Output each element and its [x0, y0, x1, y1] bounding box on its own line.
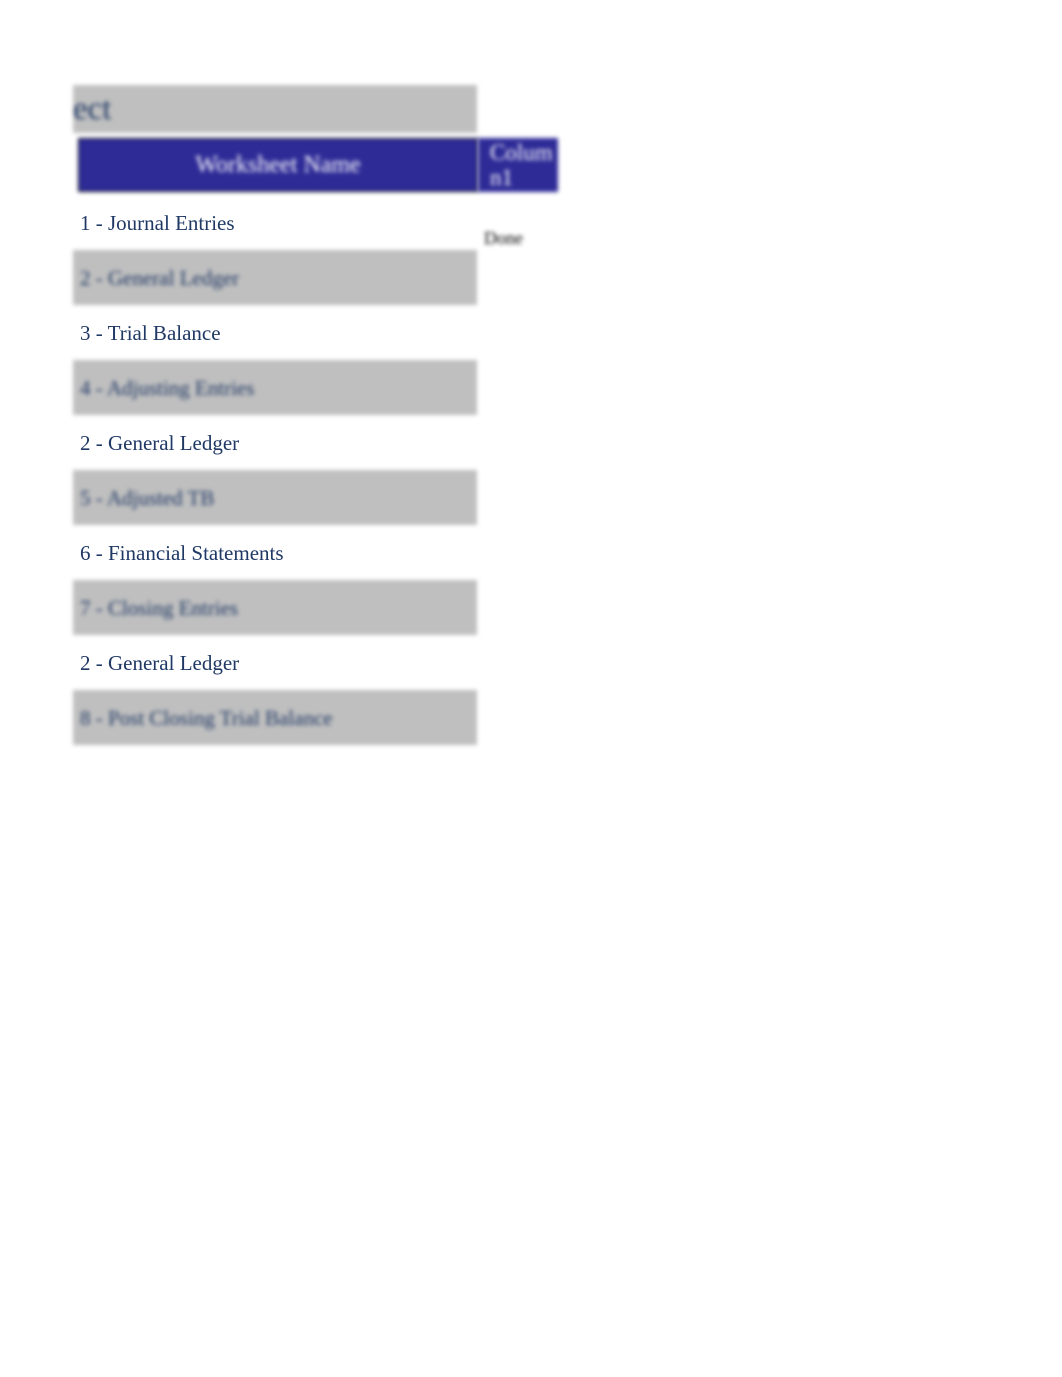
table-row: 2 - General Ledger — [73, 415, 562, 470]
worksheet-name-cell[interactable]: 3 - Trial Balance — [73, 305, 477, 360]
table-row: 2 - General Ledger — [73, 635, 562, 690]
worksheet-name-cell[interactable]: 6 - Financial Statements — [73, 525, 477, 580]
status-cell: Done — [477, 195, 562, 249]
page-title-fragment: ect — [73, 85, 477, 133]
status-cell — [477, 250, 562, 283]
status-cell — [477, 525, 562, 558]
status-cell — [477, 360, 562, 393]
table-row: 1 - Journal Entries Done — [73, 195, 562, 250]
status-cell — [477, 305, 562, 338]
worksheet-name-cell[interactable]: 2 - General Ledger — [73, 635, 477, 690]
table-row: 4 - Adjusting Entries — [73, 360, 562, 415]
table-row: 5 - Adjusted TB — [73, 470, 562, 525]
header-column1: Column1 — [478, 138, 558, 192]
status-cell — [477, 415, 562, 448]
table-row: 6 - Financial Statements — [73, 525, 562, 580]
worksheet-name-cell[interactable]: 4 - Adjusting Entries — [73, 360, 477, 415]
table-row: 8 - Post Closing Trial Balance — [73, 690, 562, 745]
worksheet-name-cell[interactable]: 7 - Closing Entries — [73, 580, 477, 635]
worksheet-name-cell[interactable]: 8 - Post Closing Trial Balance — [73, 690, 477, 745]
table-body: 1 - Journal Entries Done 2 - General Led… — [73, 195, 562, 745]
worksheet-name-cell[interactable]: 1 - Journal Entries — [73, 195, 477, 250]
status-cell — [477, 690, 562, 723]
worksheet-name-cell[interactable]: 5 - Adjusted TB — [73, 470, 477, 525]
table-row: 2 - General Ledger — [73, 250, 562, 305]
status-cell — [477, 580, 562, 613]
table-row: 7 - Closing Entries — [73, 580, 562, 635]
worksheet-name-cell[interactable]: 2 - General Ledger — [73, 250, 477, 305]
header-worksheet-name: Worksheet Name — [78, 138, 478, 192]
table-row: 3 - Trial Balance — [73, 305, 562, 360]
table-header-row: Worksheet Name Column1 — [78, 138, 558, 192]
status-cell — [477, 470, 562, 503]
worksheet-name-cell[interactable]: 2 - General Ledger — [73, 415, 477, 470]
status-cell — [477, 635, 562, 668]
